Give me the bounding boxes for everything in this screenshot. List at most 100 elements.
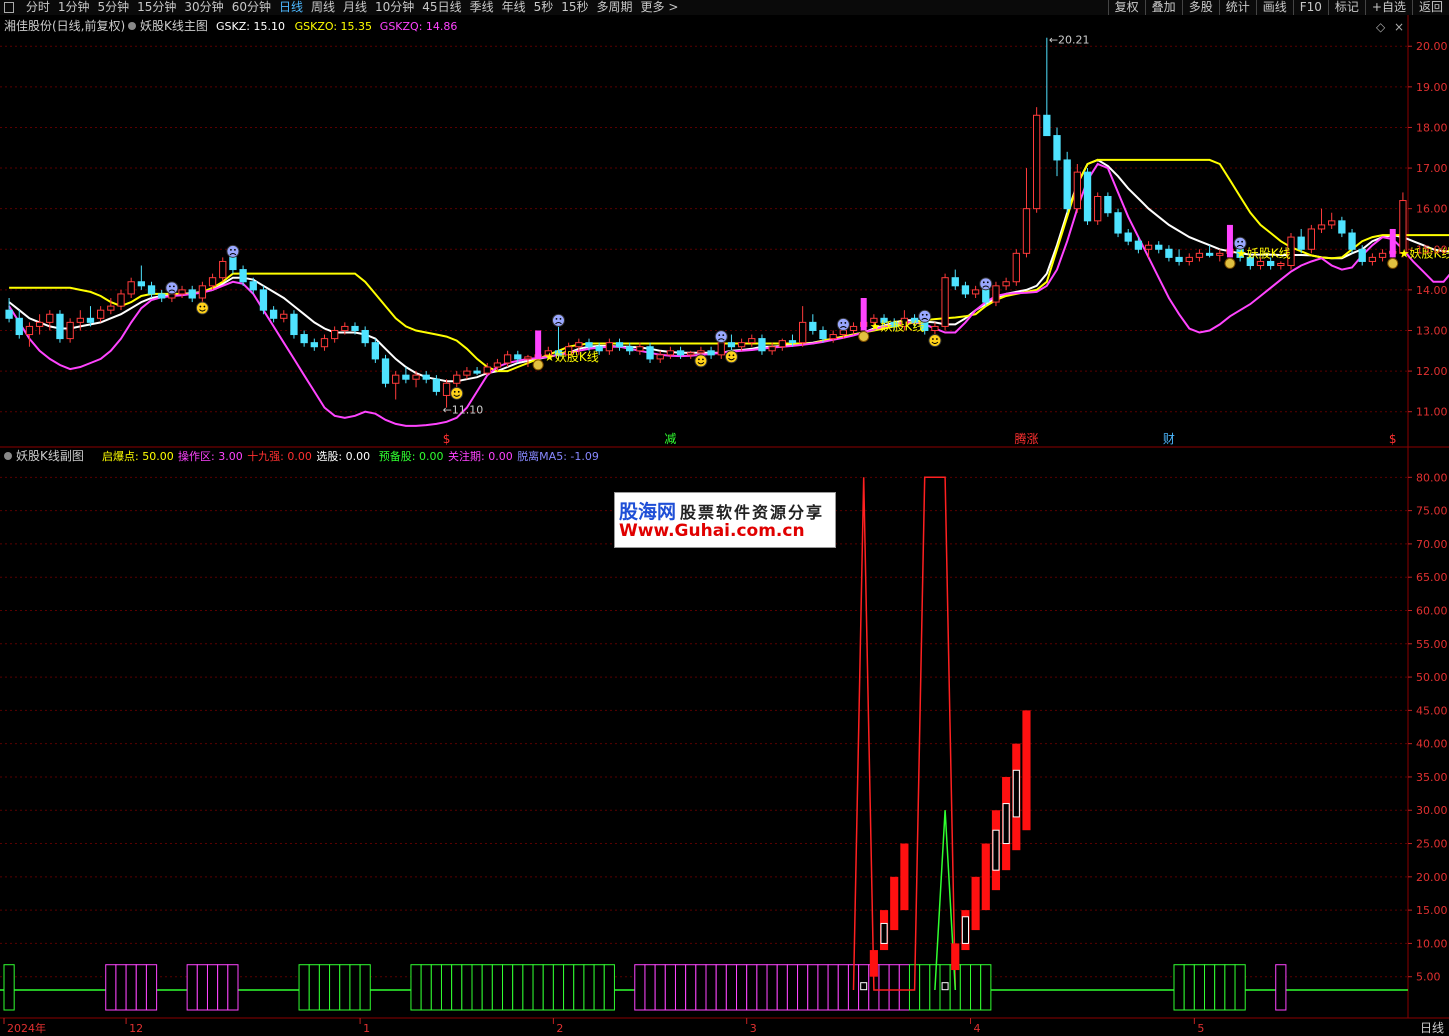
period-tab[interactable]: 分时 (22, 0, 54, 15)
candle-body (463, 370, 471, 376)
candle-body (1205, 252, 1214, 256)
sub-block (461, 964, 473, 1011)
sub-box-marker (941, 982, 949, 991)
face-disc (450, 386, 464, 400)
candle-body (707, 350, 715, 356)
period-tab[interactable]: 15秒 (557, 0, 592, 15)
panel-expand-icon[interactable]: ◇ (1376, 20, 1386, 34)
indicator-settings-icon[interactable] (128, 22, 136, 30)
period-tab[interactable]: 年线 (498, 0, 530, 15)
face-eye (844, 322, 847, 324)
toolbar-button[interactable]: 返回 (1411, 0, 1449, 15)
toolbar-button[interactable]: 复权 (1107, 0, 1145, 15)
candle-body (15, 317, 23, 336)
candle-body (503, 354, 512, 364)
candle-body (1134, 240, 1143, 250)
sad-face-icon (551, 313, 565, 327)
period-tab[interactable]: 60分钟 (228, 0, 275, 15)
signal-label: ★妖股K线 (1236, 246, 1291, 260)
candle-body (1144, 244, 1153, 250)
toolbar-button[interactable]: 叠加 (1144, 0, 1182, 15)
period-corner-label: 日线 (1420, 1021, 1444, 1035)
sub-block (3, 964, 15, 1011)
toolbar-button[interactable]: +自选 (1364, 0, 1412, 15)
period-tab[interactable]: 多周期 (593, 0, 637, 15)
signal-label: ★妖股K线 (870, 319, 925, 333)
candle-body (442, 382, 451, 396)
sub-block (227, 964, 239, 1011)
toolbar-button[interactable]: 统计 (1218, 0, 1256, 15)
panel-close-icon[interactable]: × (1394, 20, 1404, 34)
candle-body (605, 342, 614, 352)
candle-body (524, 356, 532, 360)
candle-body (829, 334, 837, 340)
period-tab[interactable]: 更多 > (637, 0, 683, 15)
period-tab[interactable]: 45日线 (418, 0, 465, 15)
candle-body (412, 374, 420, 380)
period-tab[interactable]: 30分钟 (180, 0, 227, 15)
watermark-subtitle: 股票软件资源分享 (680, 503, 825, 522)
sub-block (685, 964, 697, 1011)
candle (1022, 168, 1031, 258)
candle (147, 281, 156, 298)
candle-body (1022, 208, 1031, 254)
period-tab[interactable]: 10分钟 (371, 0, 418, 15)
candle-body (992, 285, 1000, 303)
candle-body (330, 329, 339, 340)
sub-block (552, 964, 565, 1011)
candle (1094, 192, 1102, 225)
toolbar-button[interactable]: 多股 (1181, 0, 1219, 15)
candle (1307, 224, 1316, 254)
candle-body (1083, 171, 1092, 222)
period-tab[interactable]: 季线 (466, 0, 498, 15)
event-marker: 腾涨 (1014, 431, 1038, 446)
candle (15, 310, 23, 339)
face-disc (694, 354, 708, 368)
period-tab[interactable]: 1分钟 (54, 0, 94, 15)
sub-settings-icon[interactable] (4, 452, 12, 460)
sub-block (776, 964, 788, 1011)
event-marker: $ (1389, 432, 1397, 446)
period-tab[interactable]: 日线 (275, 0, 307, 15)
sub-red-line (852, 476, 957, 991)
sub-y-tick-label: 30.00 (1416, 804, 1448, 817)
period-tab[interactable]: 15分钟 (133, 0, 180, 15)
sub-block (807, 964, 819, 1011)
candle-body (1114, 212, 1122, 234)
toolbar-button[interactable]: F10 (1292, 0, 1328, 15)
candle (931, 322, 939, 335)
period-tab[interactable]: 周线 (307, 0, 339, 15)
sub-block (522, 964, 534, 1011)
candle (1277, 261, 1285, 270)
face-eye (555, 317, 558, 320)
period-tab[interactable]: 5分钟 (93, 0, 133, 15)
sub-block (837, 964, 849, 1011)
sub-block (1204, 964, 1216, 1011)
candle-body (341, 325, 349, 331)
period-tab[interactable]: 月线 (339, 0, 371, 15)
sub-bar (971, 876, 980, 931)
sub-y-tick-label: 65.00 (1416, 571, 1448, 584)
candle-body (381, 358, 390, 384)
face-eye (982, 281, 985, 284)
candle-body (615, 342, 624, 348)
candle-body (239, 269, 247, 283)
candle-body (76, 317, 84, 323)
low-price-label: ←11.10 (443, 404, 484, 417)
x-tick-label: 2024年 (7, 1021, 46, 1035)
period-tab[interactable]: 5秒 (530, 0, 558, 15)
sub-block (593, 964, 605, 1011)
candle-body (951, 277, 959, 287)
candle-body (127, 281, 135, 295)
face-eye (453, 390, 456, 393)
sub-hollow-box (1012, 769, 1020, 818)
toolbar-button[interactable]: 画线 (1255, 0, 1293, 15)
panel-toggle-icon[interactable] (4, 2, 14, 13)
candle-body (931, 325, 939, 331)
toolbar-button[interactable]: 标记 (1327, 0, 1365, 15)
sub-legend-item: 脱离MA5: -1.09 (517, 449, 599, 463)
money-coin-icon (1224, 257, 1236, 269)
sub-block (542, 964, 554, 1011)
candle (1338, 216, 1346, 238)
candle-body (809, 321, 817, 331)
